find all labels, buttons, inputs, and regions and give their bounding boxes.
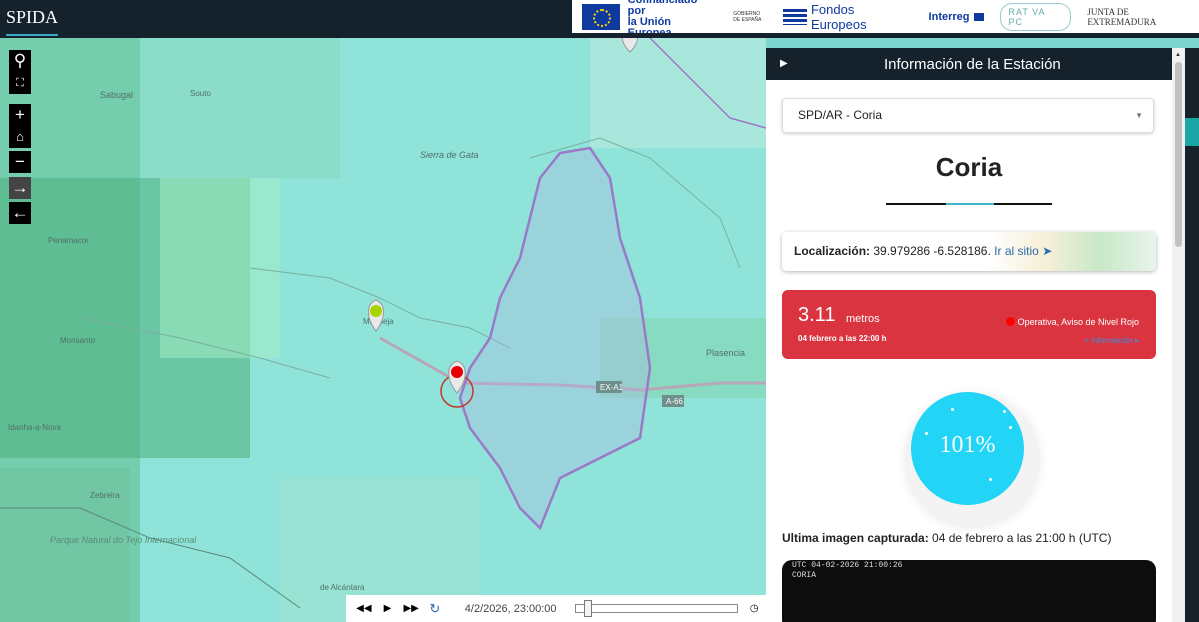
scroll-up-icon[interactable]: ▲ bbox=[1175, 52, 1181, 58]
title-divider-right bbox=[994, 203, 1052, 205]
forward-arrow-button[interactable]: → bbox=[9, 177, 31, 199]
svg-text:Souto: Souto bbox=[190, 89, 211, 98]
water-level-card: 3.11 metros 04 febrero a las 22:00 h Ope… bbox=[782, 290, 1156, 359]
gauge-percent: 101% bbox=[939, 432, 996, 458]
fullscreen-icon[interactable]: ⛶ bbox=[9, 72, 31, 94]
fast-forward-icon[interactable]: ▶▶ bbox=[399, 595, 423, 622]
map-canvas[interactable]: Sabugal Souto Sierra de Gata Penamacor M… bbox=[0, 38, 766, 622]
svg-text:Sabugal: Sabugal bbox=[100, 90, 133, 100]
collapse-toggle-icon[interactable]: ▶ bbox=[780, 58, 788, 69]
junta-logo: JUNTA DE EXTREMADURA bbox=[1087, 6, 1157, 27]
fondos-europeos-icon bbox=[783, 8, 807, 25]
panel-header: ▶ Información de la Estación bbox=[766, 48, 1172, 80]
side-tab[interactable] bbox=[1185, 118, 1199, 146]
map-view[interactable]: Sabugal Souto Sierra de Gata Penamacor M… bbox=[0, 38, 766, 622]
svg-text:Sierra de Gata: Sierra de Gata bbox=[420, 150, 479, 160]
eu-logo-text: Cofinanciado por la Unión Europea bbox=[627, 0, 698, 33]
fondos-europeos-logo: Fondos Europeos bbox=[783, 2, 912, 32]
station-name: Coria bbox=[935, 152, 1003, 182]
top-bar: SPIDA Cofinanciado por la Unión Europea … bbox=[0, 0, 1199, 38]
panel-scrollbar[interactable]: ▲ bbox=[1172, 48, 1185, 622]
camera-location: CORIA bbox=[792, 571, 817, 580]
station-info-panel: ▶ Información de la Estación SPD/AR - Co… bbox=[766, 48, 1172, 622]
app-title[interactable]: SPIDA bbox=[6, 7, 59, 36]
title-divider-accent bbox=[946, 203, 994, 205]
navigation-arrow-icon[interactable]: ➤ bbox=[1042, 244, 1052, 258]
level-date: 04 febrero a las 22:00 h bbox=[798, 334, 887, 343]
level-status: Operativa, Aviso de Nivel Rojo bbox=[1005, 317, 1139, 327]
zoom-in-button[interactable]: + bbox=[9, 104, 31, 126]
gobierno-logo: GOBIERNO DE ESPAÑA bbox=[733, 10, 762, 23]
go-to-site-link[interactable]: Ir al sitio bbox=[994, 244, 1039, 258]
search-icon[interactable]: ⚲ bbox=[9, 50, 31, 72]
zoom-out-button[interactable]: − bbox=[9, 151, 31, 173]
back-arrow-button[interactable]: ← bbox=[9, 202, 31, 224]
svg-text:Idanha-a-Nova: Idanha-a-Nova bbox=[8, 423, 61, 432]
svg-text:Parque Natural do Tejo Interna: Parque Natural do Tejo Internacional bbox=[50, 535, 197, 545]
reload-icon[interactable]: ↻ bbox=[423, 595, 447, 622]
gauge-sparkle-icon bbox=[925, 432, 928, 435]
eu-flag-icon bbox=[582, 3, 620, 30]
map-strip bbox=[766, 38, 1199, 48]
title-divider-left bbox=[886, 203, 946, 205]
svg-text:de Alcántara: de Alcántara bbox=[320, 583, 365, 592]
camera-image[interactable]: UTC 04-02-2026 21:00:26 CORIA bbox=[782, 560, 1156, 622]
camera-timestamp: UTC 04-02-2026 21:00:26 bbox=[792, 561, 903, 570]
playback-time: 4/2/2026, 23:00:00 bbox=[464, 602, 557, 615]
last-image-caption: Ultima imagen capturada: 04 de febrero a… bbox=[782, 531, 1112, 545]
status-dot-icon bbox=[1005, 317, 1015, 326]
panel-title: Información de la Estación bbox=[884, 56, 1061, 73]
interreg-logo: Interreg bbox=[929, 11, 984, 23]
location-coords: 39.979286 -6.528186. bbox=[873, 244, 991, 258]
level-value: 3.11 bbox=[798, 304, 836, 326]
more-info-link[interactable]: + Información ▸ bbox=[1084, 336, 1139, 345]
svg-text:Zebreira: Zebreira bbox=[90, 491, 120, 500]
rewind-icon[interactable]: ◀◀ bbox=[352, 595, 376, 622]
playback-bar: ◀◀ ▶ ▶▶ ↻ 4/2/2026, 23:00:00 ◷ bbox=[346, 595, 766, 622]
time-slider-thumb[interactable] bbox=[583, 600, 592, 617]
station-select[interactable]: SPD/AR - Coria ▼ bbox=[782, 98, 1154, 133]
chevron-down-icon[interactable]: ▼ bbox=[1135, 99, 1143, 132]
location-card: Localización: 39.979286 -6.528186. Ir al… bbox=[782, 232, 1156, 271]
gauge-sparkle-icon bbox=[951, 408, 954, 411]
svg-text:Plasencia: Plasencia bbox=[706, 348, 745, 358]
station-select-value: SPD/AR - Coria bbox=[798, 108, 883, 122]
svg-text:Penamacor: Penamacor bbox=[48, 236, 89, 245]
time-slider[interactable] bbox=[574, 600, 739, 617]
svg-text:Monsanto: Monsanto bbox=[60, 336, 96, 345]
funding-logos: Cofinanciado por la Unión Europea GOBIER… bbox=[572, 0, 1199, 33]
gauge-sparkle-icon bbox=[1003, 410, 1006, 413]
gauge-sparkle-icon bbox=[1009, 426, 1012, 429]
ratva-logo: RAT VA PC bbox=[999, 2, 1072, 31]
scrollbar-thumb[interactable] bbox=[1175, 62, 1182, 247]
interreg-square-icon bbox=[973, 12, 984, 21]
play-icon[interactable]: ▶ bbox=[376, 595, 400, 622]
svg-text:A-66: A-66 bbox=[666, 397, 683, 406]
level-gauge: 101% bbox=[911, 392, 1024, 505]
svg-text:EX-A1: EX-A1 bbox=[600, 383, 624, 392]
location-label: Localización: bbox=[794, 244, 871, 258]
level-unit: metros bbox=[846, 313, 880, 325]
clock-icon[interactable]: ◷ bbox=[742, 595, 766, 622]
home-icon[interactable]: ⌂ bbox=[9, 126, 31, 148]
gauge-sparkle-icon bbox=[989, 478, 992, 481]
side-tabs bbox=[1185, 48, 1199, 622]
